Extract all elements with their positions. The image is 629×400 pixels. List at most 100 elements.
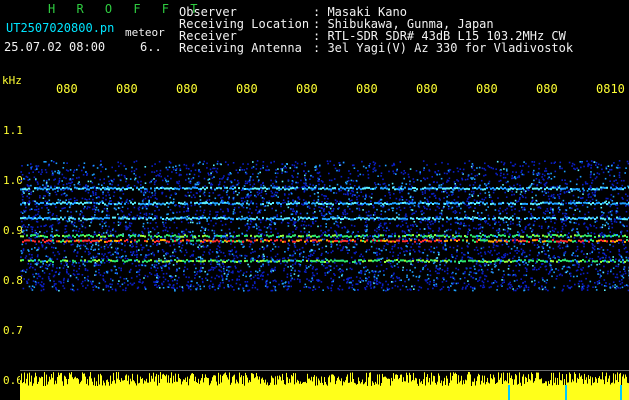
noise-pixel [136,287,139,290]
noise-pixel [538,179,541,181]
noise-pixel [234,246,236,249]
noise-pixel [240,254,243,257]
noise-pixel [122,193,125,195]
noise-pixel [444,244,446,246]
noise-pixel [154,194,156,196]
noise-pixel [201,278,203,280]
noise-pixel [180,251,183,253]
noise-pixel [288,193,290,196]
noise-pixel [410,195,412,198]
noise-pixel [610,194,613,196]
noise-pixel [85,247,88,250]
noise-pixel [319,175,322,177]
noise-pixel [229,232,231,234]
noise-pixel [568,161,571,164]
noise-pixel [382,270,385,272]
noise-pixel [374,252,377,254]
noise-pixel [376,251,378,254]
noise-pixel [100,160,102,162]
noise-pixel [427,232,430,234]
noise-pixel [338,190,341,192]
noise-pixel [333,164,335,166]
noise-pixel [120,249,123,251]
noise-pixel [194,274,197,276]
noise-pixel [24,203,26,206]
noise-pixel [22,190,25,193]
noise-pixel [566,244,569,246]
noise-pixel [355,179,358,182]
noise-pixel [273,160,275,163]
noise-pixel [548,262,551,265]
noise-pixel [543,194,545,196]
noise-pixel [274,288,276,290]
noise-pixel [475,263,478,265]
noise-pixel [548,254,550,257]
noise-pixel [229,172,231,174]
noise-pixel [490,250,492,252]
noise-pixel [113,178,115,181]
noise-pixel [143,194,145,196]
noise-pixel [169,284,171,286]
noise-pixel [304,269,307,271]
noise-pixel [385,185,387,187]
noise-pixel [154,163,156,165]
noise-pixel [61,173,64,176]
noise-pixel [589,257,591,260]
noise-pixel [353,252,356,254]
noise-pixel [507,224,509,226]
noise-pixel [333,192,335,194]
noise-pixel [398,186,400,189]
noise-pixel [210,172,212,174]
noise-pixel [559,193,562,195]
noise-pixel [426,254,429,257]
noise-pixel [147,230,150,233]
noise-pixel [525,274,528,277]
noise-pixel [423,212,425,214]
noise-pixel [567,236,569,238]
noise-pixel [387,209,390,211]
noise-pixel [321,252,323,255]
noise-pixel [178,180,180,183]
noise-pixel [316,279,318,281]
noise-pixel [144,288,147,290]
noise-pixel [165,272,168,275]
noise-pixel [499,207,501,210]
noise-pixel [406,245,408,248]
noise-pixel [376,208,378,211]
noise-pixel [21,252,23,255]
noise-pixel [43,283,45,285]
noise-pixel [26,195,28,198]
noise-pixel [517,231,519,233]
noise-pixel [574,259,576,261]
noise-pixel [105,168,107,170]
noise-pixel [222,210,224,213]
noise-pixel [129,225,132,228]
noise-pixel [271,268,273,270]
noise-pixel [294,258,297,260]
noise-pixel [476,200,478,202]
noise-pixel [162,250,165,253]
noise-pixel [589,176,592,179]
noise-pixel [366,249,368,251]
noise-pixel [291,174,293,177]
noise-pixel [63,162,65,164]
noise-pixel [288,244,291,247]
noise-pixel [292,231,294,233]
noise-pixel [82,263,85,265]
noise-pixel [312,279,314,281]
noise-pixel [554,197,556,199]
noise-pixel [106,260,108,262]
noise-pixel [88,237,90,240]
noise-pixel [125,200,128,203]
noise-pixel [350,179,353,182]
noise-pixel [305,265,307,267]
noise-pixel [212,285,215,288]
noise-pixel [37,273,39,275]
noise-pixel [28,224,30,226]
noise-pixel [496,253,498,256]
noise-pixel [283,285,285,288]
noise-pixel [593,161,596,163]
noise-pixel [358,207,361,210]
noise-pixel [288,233,290,236]
noise-pixel [540,227,543,229]
